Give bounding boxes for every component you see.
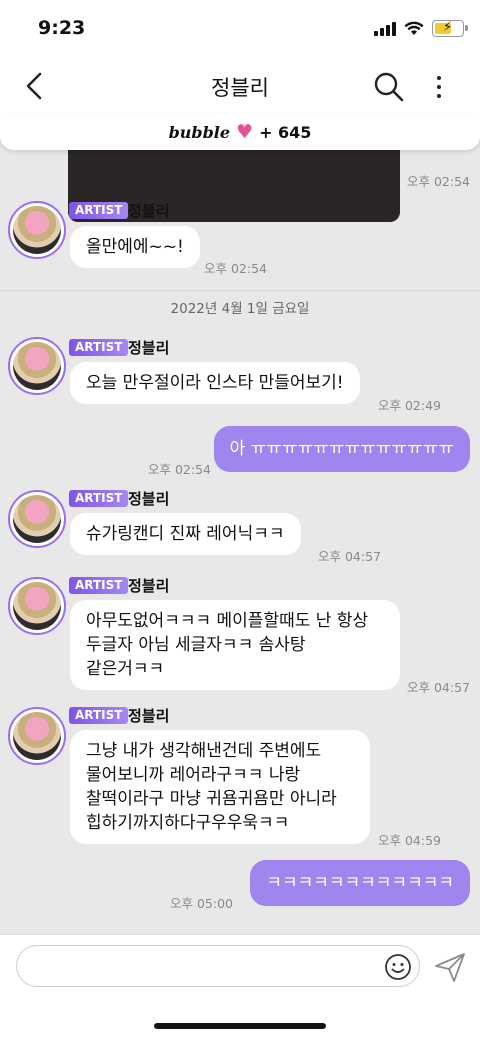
message-line: 같은거ㅋㅋ: [86, 659, 165, 679]
divider: [0, 290, 480, 291]
search-icon[interactable]: [372, 70, 406, 104]
sender-name: 정블리: [128, 490, 170, 508]
avatar[interactable]: [8, 707, 66, 765]
message-time: 오후 04:59: [378, 833, 441, 848]
battery-icon: ⚡: [432, 20, 468, 37]
sender-name: 정블리: [128, 577, 170, 595]
message-bubble[interactable]: 슈가링캔디 진짜 레어닉ㅋㅋ: [70, 513, 301, 555]
message-bubble[interactable]: 아무도없어ㅋㅋㅋ 메이플할때도 난 항상 두글자 아님 세글자ㅋㅋ 솜사탕 같은…: [70, 600, 400, 690]
page-title: 정블리: [211, 76, 269, 100]
message-line: 그냥 내가 생각해낸건데 주변에도: [86, 741, 322, 761]
status-bar: 9:23 ⚡: [0, 0, 480, 58]
my-message-bubble[interactable]: ㅋㅋㅋㅋㅋㅋㅋㅋㅋㅋㅋㅋ: [250, 860, 470, 906]
input-container[interactable]: [16, 945, 420, 987]
message-line: 물어보니까 레어라구ㅋㅋ 나랑: [86, 765, 301, 785]
message-bubble[interactable]: 그냥 내가 생각해낸건데 주변에도 물어보니까 레어라구ㅋㅋ 나랑 찰떡이라구 …: [70, 730, 370, 844]
message-bubble[interactable]: 올만에에~~!: [70, 226, 200, 268]
message-time: 오후 02:54: [204, 261, 267, 276]
avatar[interactable]: [8, 577, 66, 635]
artist-badge: ARTIST: [69, 490, 129, 507]
avatar[interactable]: [8, 490, 66, 548]
message-input[interactable]: [35, 954, 375, 980]
message-time: 오후 04:57: [318, 549, 381, 564]
artist-badge: ARTIST: [69, 707, 129, 724]
artist-badge: ARTIST: [69, 202, 129, 219]
message-input-bar: [0, 934, 480, 1039]
signal-icon: [374, 21, 396, 36]
message-line: 찰떡이라구 마냥 귀욤귀욤만 아니라: [86, 789, 337, 809]
message-time: 오후 02:49: [378, 398, 441, 413]
more-options-icon[interactable]: [422, 70, 456, 104]
date-separator: 2022년 4월 1일 금요일: [170, 301, 310, 317]
wifi-icon: [404, 21, 424, 35]
message-line: 아무도없어ㅋㅋㅋ 메이플할때도 난 항상: [86, 611, 369, 631]
bubble-brand: bubble: [168, 122, 231, 142]
sender-name: 정블리: [128, 339, 170, 357]
heart-icon: ♥: [236, 121, 254, 143]
home-indicator: [154, 1023, 326, 1029]
nav-bar: 정블리: [0, 58, 480, 114]
message-line: 두글자 아님 세글자ㅋㅋ 솜사탕: [86, 635, 306, 655]
bubble-count: + 645: [259, 122, 312, 142]
avatar[interactable]: [8, 201, 66, 259]
message-line: 힙하기까지하다구우우욱ㅋㅋ: [86, 813, 290, 833]
my-message-bubble[interactable]: 아 ㅠㅠㅠㅠㅠㅠㅠㅠㅠㅠㅠㅠㅠ: [213, 426, 470, 472]
emoji-icon[interactable]: [383, 952, 413, 982]
artist-badge: ARTIST: [69, 577, 129, 594]
sender-name: 정블리: [128, 707, 170, 725]
sender-name: 정블리: [128, 202, 170, 220]
avatar[interactable]: [8, 337, 66, 395]
message-time: 오후 05:00: [170, 896, 233, 911]
message-time: 오후 02:54: [407, 174, 470, 189]
message-time: 오후 04:57: [407, 680, 470, 695]
status-icons: ⚡: [374, 20, 468, 37]
chat-area[interactable]: 오후 02:54 ARTIST 정블리 올만에에~~! 오후 02:54 202…: [0, 114, 480, 934]
artist-badge: ARTIST: [69, 339, 129, 356]
message-time: 오후 02:54: [148, 462, 211, 477]
bubble-count-banner[interactable]: bubble ♥ + 645: [0, 114, 480, 150]
message-bubble[interactable]: 오늘 만우절이라 인스타 만들어보기!: [70, 362, 360, 404]
send-icon[interactable]: [432, 949, 468, 985]
status-time: 9:23: [38, 17, 86, 39]
